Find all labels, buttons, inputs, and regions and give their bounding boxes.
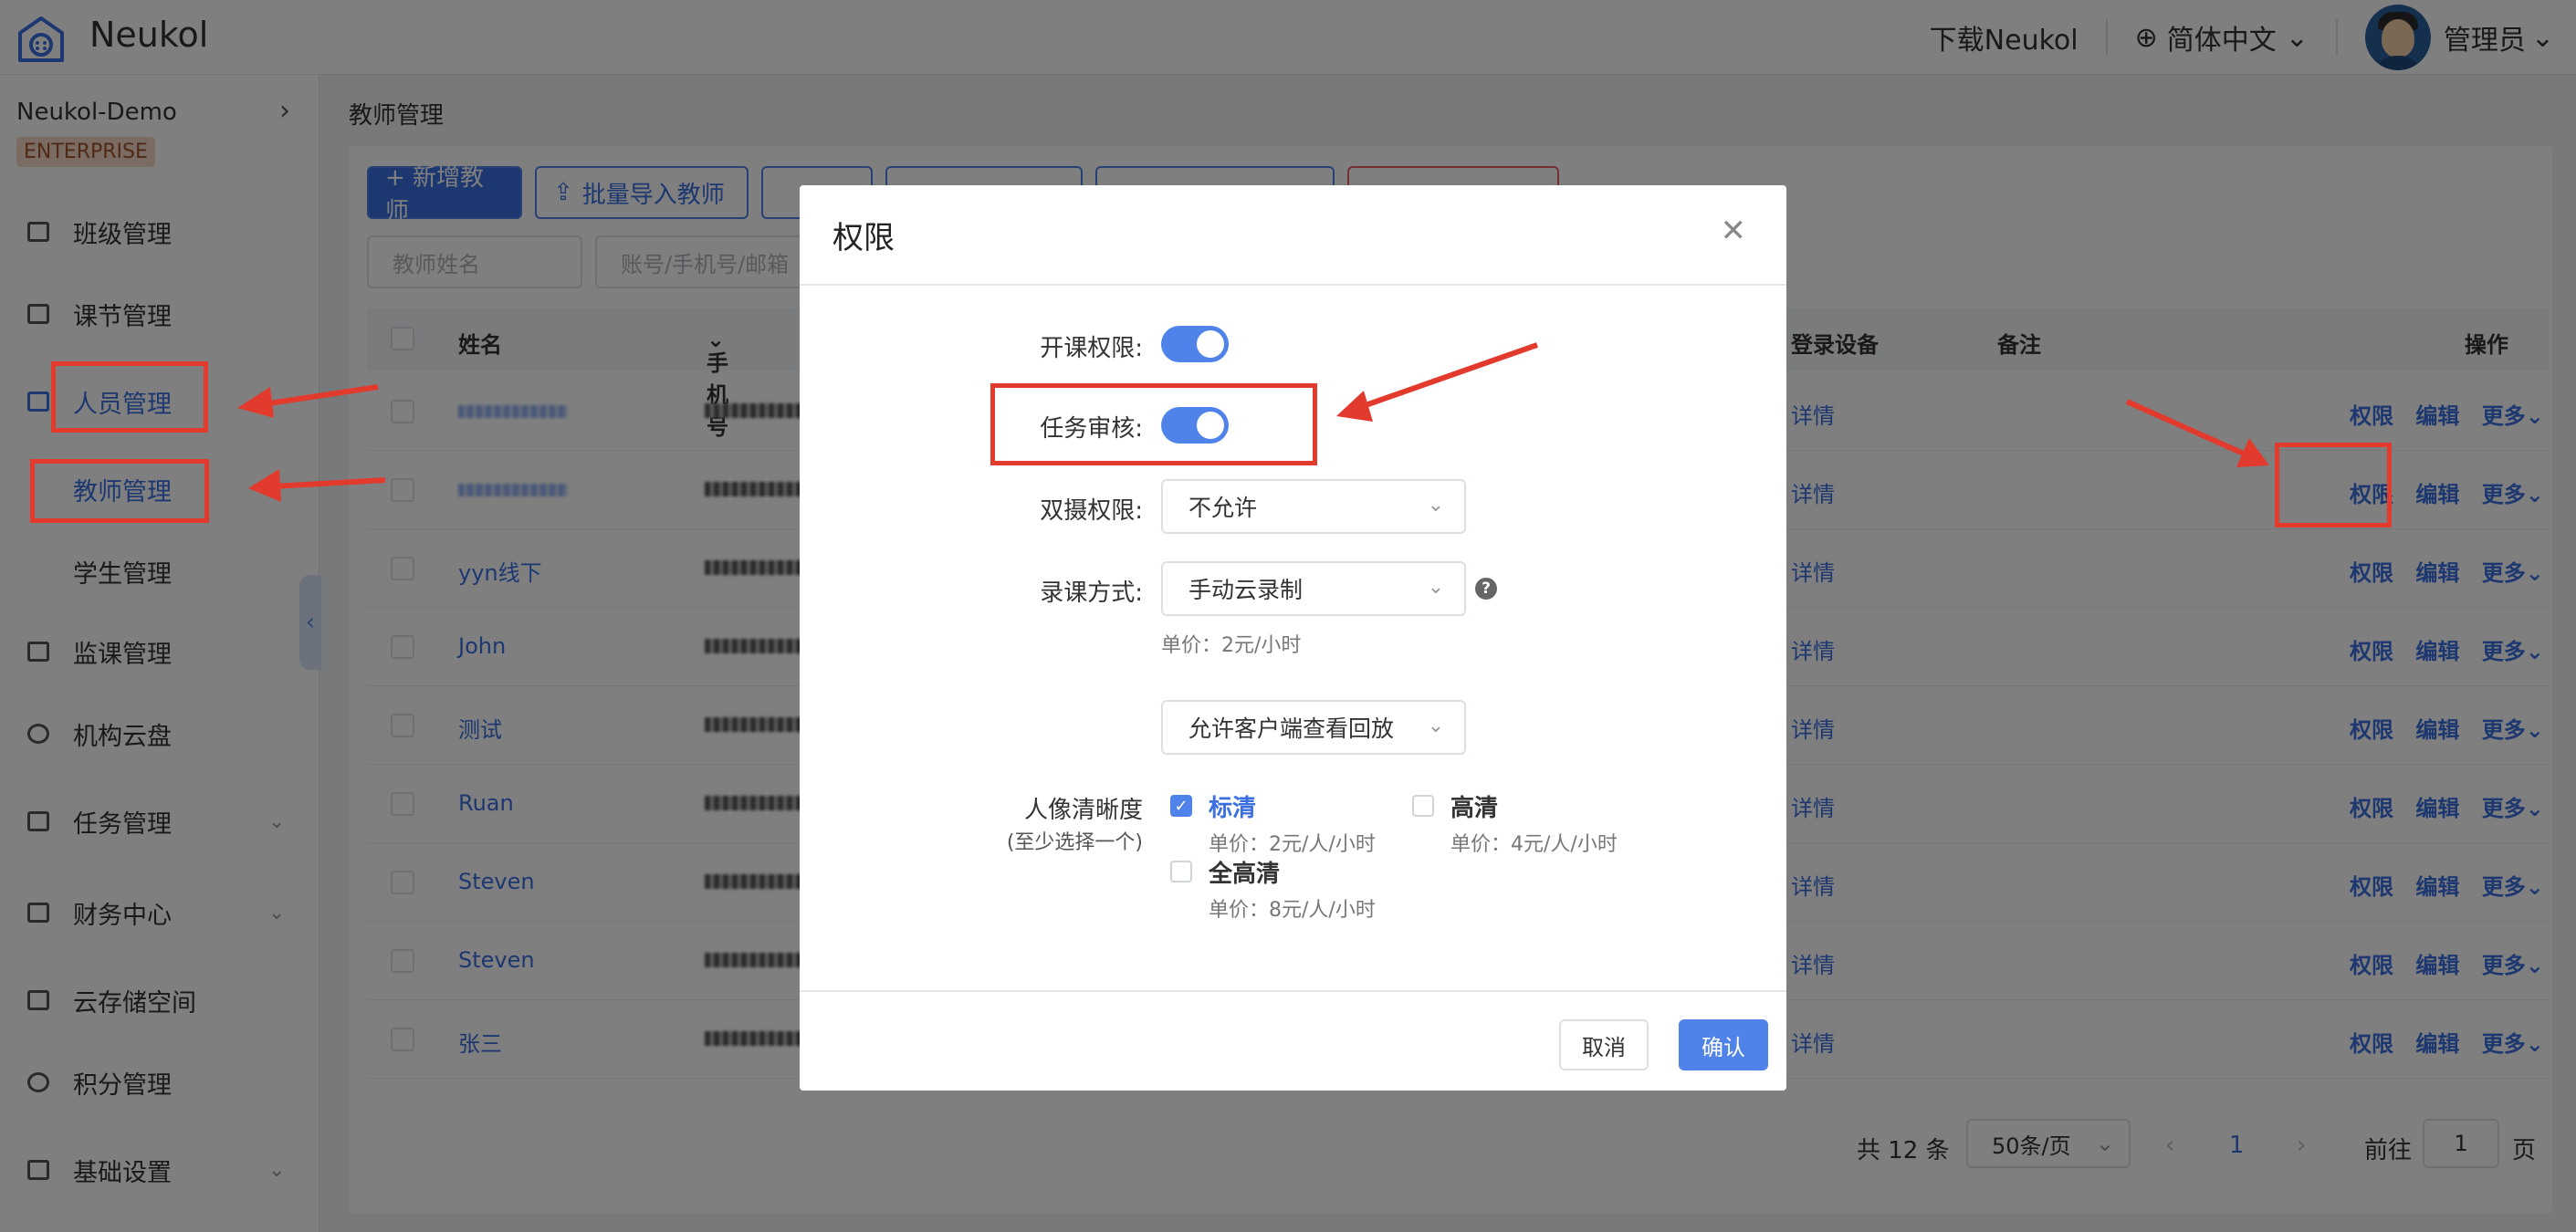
clarity-label: 人像清晰度 [1023, 797, 1143, 824]
hd-label[interactable]: 高清 [1450, 789, 1498, 823]
divider [800, 990, 1786, 992]
sd-price: 单价：2元/人/小时 [1209, 833, 1376, 856]
close-icon[interactable]: ✕ [1721, 213, 1747, 249]
sd-label[interactable]: 标清 [1209, 789, 1256, 823]
confirm-button[interactable]: 确认 [1679, 1019, 1768, 1070]
dialog-title: 权限 [832, 220, 895, 256]
record-price-hint: 单价：2元/小时 [1161, 634, 1302, 657]
open-class-label: 开课权限: [1040, 335, 1143, 362]
fhd-checkbox[interactable] [1170, 861, 1192, 882]
chevron-down-icon: ⌄ [1427, 715, 1444, 737]
help-icon[interactable]: ? [1475, 578, 1497, 600]
annotation-box-permission [2275, 443, 2392, 527]
chevron-down-icon: ⌄ [1427, 576, 1444, 599]
fhd-label[interactable]: 全高清 [1209, 855, 1280, 889]
cancel-button[interactable]: 取消 [1559, 1019, 1649, 1070]
open-class-switch[interactable] [1161, 326, 1229, 362]
playback-select[interactable]: 允许客户端查看回放 ⌄ [1161, 700, 1466, 755]
chevron-down-icon: ⌄ [1427, 494, 1444, 517]
record-mode-select[interactable]: 手动云录制 ⌄ [1161, 561, 1466, 616]
sd-checkbox[interactable]: ✓ [1170, 795, 1192, 817]
annotation-box-people [51, 361, 208, 433]
dual-camera-select[interactable]: 不允许 ⌄ [1161, 479, 1466, 534]
record-mode-label: 录课方式: [1040, 579, 1143, 607]
divider [800, 284, 1786, 286]
fhd-price: 单价：8元/人/小时 [1209, 899, 1376, 922]
hd-price: 单价：4元/人/小时 [1450, 833, 1618, 856]
permission-dialog: 权限 ✕ 开课权限: 任务审核: 双摄权限: 不允许 ⌄ 录课方式: 手动云录制 ⌄… [800, 185, 1786, 1091]
dual-camera-label: 双摄权限: [1040, 497, 1143, 525]
annotation-box-teacher [30, 459, 209, 523]
clarity-sub-label: (至少选择一个) [1006, 831, 1143, 854]
annotation-box-task-review [990, 383, 1317, 465]
hd-checkbox[interactable] [1412, 795, 1434, 817]
